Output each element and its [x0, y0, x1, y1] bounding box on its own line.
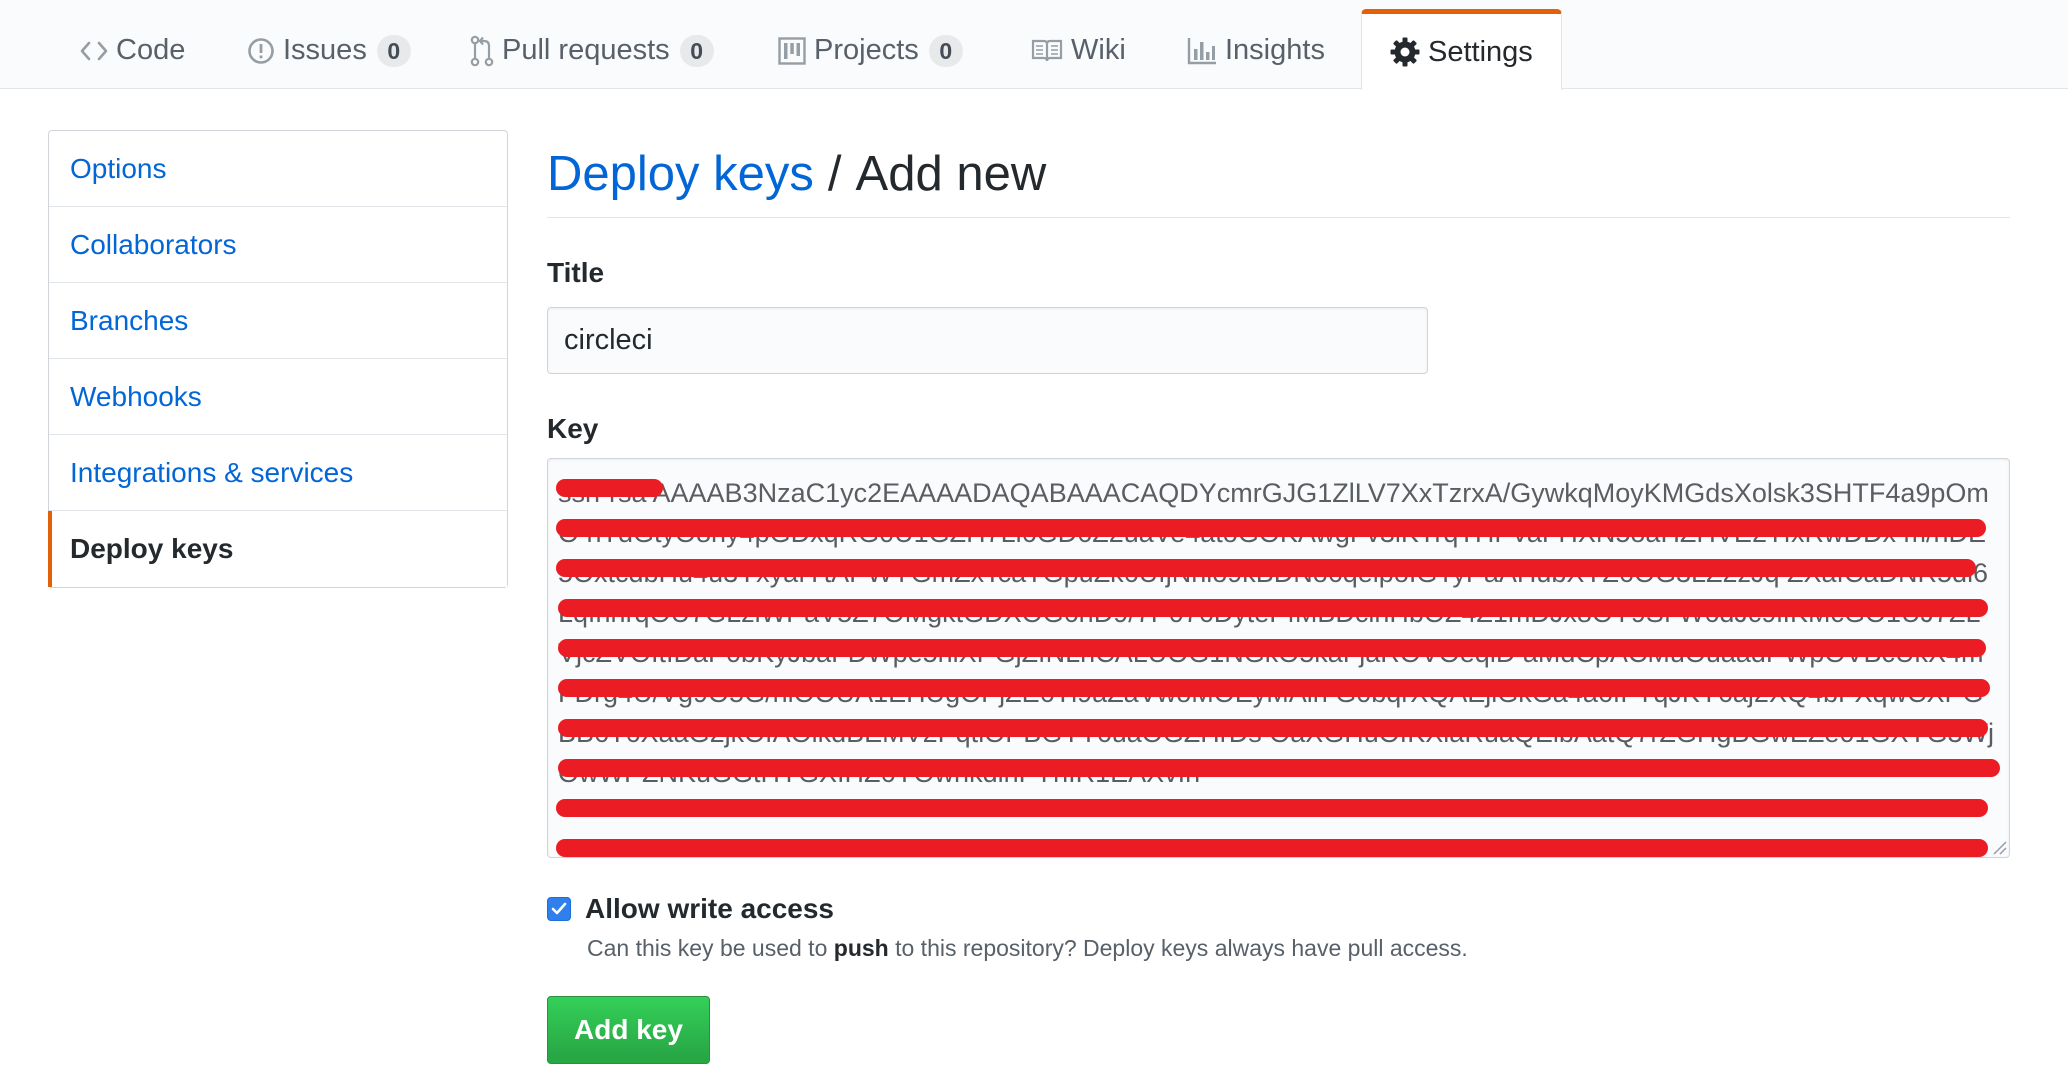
redaction-mark [556, 839, 1988, 857]
sidebar-item-label: Deploy keys [70, 533, 234, 564]
deploy-key-form: Deploy keys / Add new Title Key ssh-rsa … [547, 130, 2010, 1064]
redaction-mark [558, 599, 1988, 617]
sidebar-item-label: Webhooks [70, 380, 202, 412]
tab-pull-requests[interactable]: Pull requests 0 [470, 12, 714, 89]
add-key-button[interactable]: Add key [547, 996, 710, 1064]
breadcrumb-separator: / [827, 146, 842, 201]
tab-insights-label: Insights [1225, 34, 1325, 66]
code-icon [80, 40, 108, 62]
graph-icon [1187, 37, 1217, 65]
issue-icon [247, 37, 275, 65]
tab-pull-requests-label: Pull requests [502, 34, 670, 66]
repo-nav: Code Issues 0 Pull requests 0 Projects 0… [0, 0, 2068, 90]
note-text-post: to this repository? Deploy keys always h… [888, 935, 1468, 961]
sidebar-item-label: Integrations & services [70, 456, 354, 488]
tab-insights[interactable]: Insights [1187, 12, 1325, 89]
pull-request-icon [470, 35, 494, 67]
gear-icon [1390, 37, 1420, 67]
redaction-mark [558, 639, 1986, 657]
tab-issues[interactable]: Issues 0 [247, 12, 411, 89]
tab-code[interactable]: Code [80, 12, 185, 89]
redaction-mark [556, 479, 663, 497]
page-title-current: Add new [855, 146, 1047, 201]
sidebar-item-integrations[interactable]: Integrations & services [49, 435, 507, 511]
pull-requests-counter: 0 [679, 34, 714, 67]
redaction-mark [556, 559, 1976, 577]
book-icon [1031, 39, 1063, 63]
tab-settings-label: Settings [1428, 35, 1533, 68]
redaction-mark [556, 799, 1988, 817]
tab-projects-label: Projects [814, 34, 919, 66]
title-input[interactable] [547, 307, 1428, 374]
project-icon [778, 36, 806, 65]
tab-projects[interactable]: Projects 0 [778, 12, 963, 89]
tab-wiki-label: Wiki [1071, 34, 1126, 66]
sidebar-item-webhooks[interactable]: Webhooks [49, 359, 507, 435]
settings-sidebar: Options Collaborators Branches Webhooks … [48, 130, 508, 588]
tab-settings[interactable]: Settings [1361, 9, 1562, 90]
allow-write-row: Allow write access [547, 893, 834, 925]
tab-wiki[interactable]: Wiki [1031, 12, 1126, 89]
sidebar-item-collaborators[interactable]: Collaborators [49, 207, 507, 283]
allow-write-checkbox[interactable] [547, 897, 571, 921]
redaction-mark [558, 759, 2000, 777]
sidebar-item-label: Branches [70, 304, 189, 336]
breadcrumb-deploy-keys-link[interactable]: Deploy keys [547, 146, 814, 202]
key-label: Key [547, 413, 599, 444]
redaction-mark [556, 519, 1986, 537]
projects-counter: 0 [928, 34, 963, 67]
sidebar-item-deploy-keys[interactable]: Deploy keys [48, 511, 507, 587]
sidebar-item-options[interactable]: Options [49, 131, 507, 207]
page-title: Deploy keys / Add new [547, 130, 2010, 218]
issues-counter: 0 [376, 34, 411, 67]
sidebar-item-branches[interactable]: Branches [49, 283, 507, 359]
tab-issues-label: Issues [283, 34, 367, 66]
allow-write-label[interactable]: Allow write access [585, 893, 834, 925]
tab-code-label: Code [116, 34, 186, 66]
checkmark-icon [551, 902, 567, 915]
note-text-pre: Can this key be used to [587, 935, 834, 961]
redaction-mark [558, 719, 1988, 737]
sidebar-item-label: Options [70, 152, 167, 184]
allow-write-note: Can this key be used to push to this rep… [587, 935, 1468, 962]
redaction-mark [558, 679, 1990, 697]
key-textarea[interactable]: ssh-rsa AAAAB3NzaC1yc2EAAAADAQABAAACAQDY… [547, 458, 2010, 858]
resize-grip-icon[interactable] [1991, 839, 2007, 855]
sidebar-item-label: Collaborators [70, 228, 237, 260]
note-text-bold: push [833, 935, 889, 961]
title-label: Title [547, 257, 605, 288]
